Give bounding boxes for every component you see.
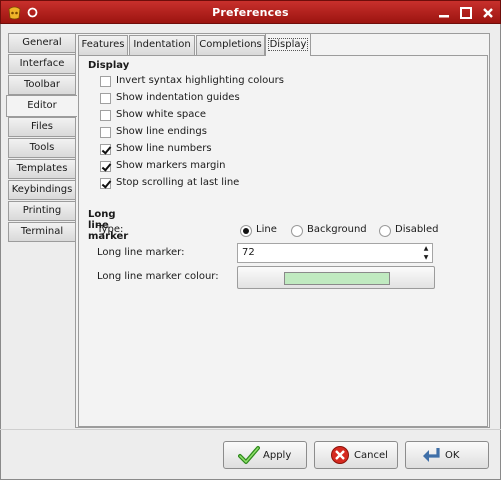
checkmark-icon xyxy=(238,446,260,464)
window-title: Preferences xyxy=(212,6,289,19)
stop-scrolling-label: Stop scrolling at last line xyxy=(116,177,240,188)
title-bar: Preferences xyxy=(0,0,501,24)
show-line-numbers-checkbox[interactable] xyxy=(100,144,111,155)
long-line-marker-value: 72 xyxy=(242,247,255,258)
spin-arrows-icon[interactable]: ▲ ▼ xyxy=(422,244,430,262)
type-line-radio[interactable] xyxy=(240,225,252,237)
show-indentation-guides-checkbox[interactable] xyxy=(100,93,111,104)
maximize-icon[interactable] xyxy=(459,6,473,20)
sidebar-tab-toolbar[interactable]: Toolbar xyxy=(8,75,75,95)
enter-arrow-icon xyxy=(423,448,440,462)
long-line-marker-spinbox[interactable]: 72 ▲ ▼ xyxy=(237,243,433,263)
show-markers-margin-label: Show markers margin xyxy=(116,160,226,171)
long-line-marker-label: Long line marker: xyxy=(97,247,185,258)
sidebar-tab-editor[interactable]: Editor xyxy=(6,95,77,117)
close-icon[interactable] xyxy=(481,6,495,20)
sidebar-tab-keybindings[interactable]: Keybindings xyxy=(8,180,75,200)
minimize-icon[interactable] xyxy=(437,6,451,20)
invert-syntax-colours-label: Invert syntax highlighting colours xyxy=(116,75,284,86)
type-background-label[interactable]: Background xyxy=(307,224,367,235)
show-indentation-guides-label: Show indentation guides xyxy=(116,92,240,103)
cancel-button[interactable]: Cancel xyxy=(314,441,398,469)
sidebar-tab-printing[interactable]: Printing xyxy=(8,201,75,221)
show-white-space-label: Show white space xyxy=(116,109,207,120)
sidebar-tab-terminal[interactable]: Terminal xyxy=(8,222,75,242)
apply-button-label: Apply xyxy=(263,450,292,461)
long-line-colour-button[interactable] xyxy=(237,266,435,289)
sidebar-tab-files[interactable]: Files xyxy=(8,117,75,137)
type-disabled-radio[interactable] xyxy=(379,225,391,237)
tab-display[interactable]: Display xyxy=(265,33,311,56)
show-white-space-checkbox[interactable] xyxy=(100,110,111,121)
sidebar-tab-interface[interactable]: Interface xyxy=(8,54,75,74)
stop-scrolling-checkbox[interactable] xyxy=(100,178,111,189)
long-line-colour-label: Long line marker colour: xyxy=(97,271,219,282)
display-section-title: Display xyxy=(88,60,130,71)
show-line-endings-checkbox[interactable] xyxy=(100,127,111,138)
sidebar-tab-general[interactable]: General xyxy=(8,33,75,53)
cancel-icon xyxy=(331,446,349,464)
colour-swatch xyxy=(284,272,390,285)
tab-display-label: Display xyxy=(267,38,309,51)
type-line-label[interactable]: Line xyxy=(256,224,277,235)
tab-features[interactable]: Features xyxy=(78,35,128,55)
ok-button-label: OK xyxy=(445,450,460,461)
button-divider xyxy=(0,429,501,430)
invert-syntax-colours-checkbox[interactable] xyxy=(100,76,111,87)
sidebar-tab-templates[interactable]: Templates xyxy=(8,159,75,179)
tab-completions[interactable]: Completions xyxy=(196,35,265,55)
show-markers-margin-checkbox[interactable] xyxy=(100,161,111,172)
ok-button[interactable]: OK xyxy=(405,441,489,469)
show-line-endings-label: Show line endings xyxy=(116,126,207,137)
type-background-radio[interactable] xyxy=(291,225,303,237)
type-label: Type: xyxy=(97,224,124,235)
tab-indentation[interactable]: Indentation xyxy=(129,35,195,55)
sidebar-tab-tools[interactable]: Tools xyxy=(8,138,75,158)
type-disabled-label[interactable]: Disabled xyxy=(395,224,438,235)
cancel-button-label: Cancel xyxy=(354,450,388,461)
apply-button[interactable]: Apply xyxy=(223,441,307,469)
show-line-numbers-label: Show line numbers xyxy=(116,143,212,154)
